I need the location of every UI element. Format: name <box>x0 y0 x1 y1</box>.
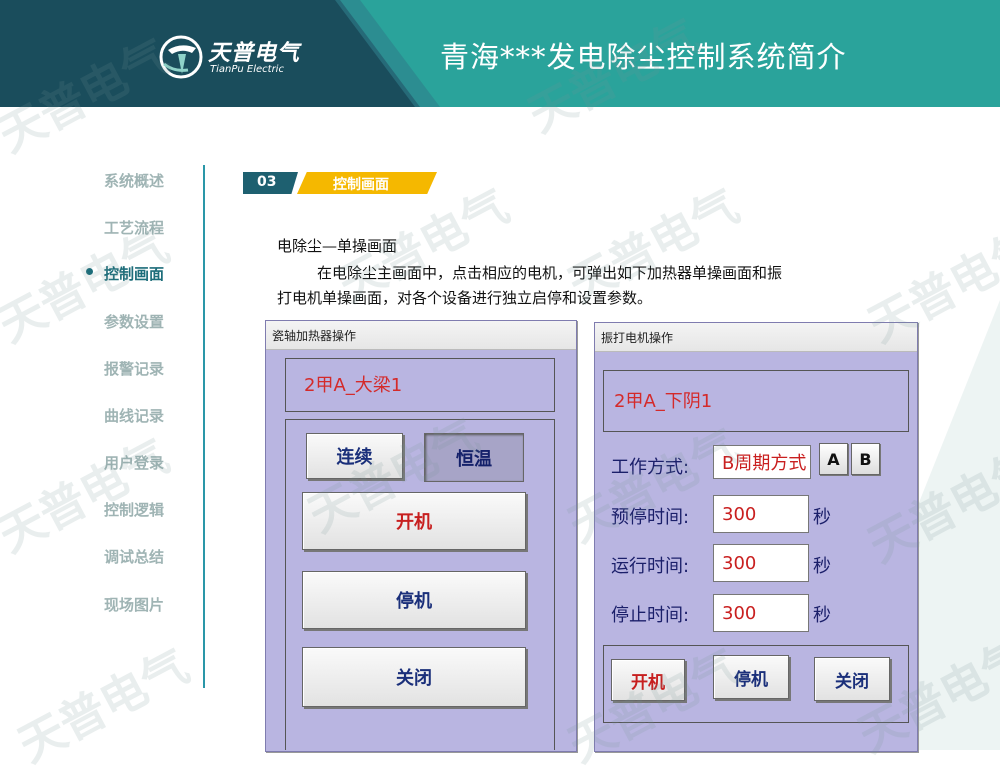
run-time-unit: 秒 <box>813 556 831 577</box>
device-name: 2甲A_下阴1 <box>614 391 713 412</box>
sidebar-item-process[interactable]: 工艺流程 <box>104 217 164 238</box>
watermark: 天普电气 <box>9 638 198 773</box>
pre-stop-time-label: 预停时间: <box>611 507 690 528</box>
stop-time-unit: 秒 <box>813 605 831 626</box>
stop-time-input[interactable]: 300 <box>713 594 809 632</box>
rapper-close-button[interactable]: 关闭 <box>814 657 890 701</box>
heater-close-button[interactable]: 关闭 <box>302 647 526 707</box>
work-mode-field[interactable]: B周期方式 <box>713 445 811 479</box>
window-title: 振打电机操作 <box>601 331 674 345</box>
content-description-line-2: 打电机单操画面，对各个设备进行独立启停和设置参数。 <box>277 289 653 307</box>
section-number: 03 <box>257 174 277 190</box>
active-indicator-dot <box>86 268 93 275</box>
tianpu-logo-icon <box>159 35 203 79</box>
sidebar-item-photos[interactable]: 现场图片 <box>104 594 164 615</box>
sidebar-item-overview[interactable]: 系统概述 <box>104 170 164 191</box>
sidebar-item-parameters[interactable]: 参数设置 <box>104 311 164 332</box>
window-title: 瓷轴加热器操作 <box>272 329 357 343</box>
logo-brand-text: 天普电气 <box>208 41 301 66</box>
heater-start-button[interactable]: 开机 <box>302 492 526 550</box>
page-title: 青海***发电除尘控制系统简介 <box>440 40 847 74</box>
mode-b-button[interactable]: B <box>851 443 880 475</box>
company-logo: 天普电气 TianPu Electric <box>158 34 328 80</box>
rapper-stop-button[interactable]: 停机 <box>713 655 789 699</box>
run-time-label: 运行时间: <box>611 556 690 577</box>
sidebar-nav: 系统概述 工艺流程 控制画面 参数设置 报警记录 曲线记录 用户登录 控制逻辑 … <box>80 160 200 630</box>
device-name-panel: 2甲A_下阴1 <box>603 370 909 432</box>
work-mode-label: 工作方式: <box>611 457 690 478</box>
pre-stop-time-input[interactable]: 300 <box>713 495 809 533</box>
window-titlebar: 振打电机操作 <box>595 323 917 352</box>
heater-stop-button[interactable]: 停机 <box>302 571 526 629</box>
pre-stop-unit: 秒 <box>813 507 831 528</box>
stop-time-label: 停止时间: <box>611 605 690 626</box>
continuous-mode-button[interactable]: 连续 <box>306 433 403 479</box>
sidebar-item-login[interactable]: 用户登录 <box>104 452 164 473</box>
content-subheading: 电除尘—单操画面 <box>277 237 398 255</box>
constant-temp-mode-button[interactable]: 恒温 <box>424 433 524 482</box>
logo-sub-text: TianPu Electric <box>210 64 284 75</box>
rapper-start-button[interactable]: 开机 <box>611 659 685 701</box>
device-name: 2甲A_大梁1 <box>304 375 403 396</box>
section-label: 控制画面 <box>333 177 389 193</box>
section-number-tag: 03 <box>243 172 298 194</box>
device-name-panel: 2甲A_大梁1 <box>285 358 555 412</box>
heater-operation-window: 瓷轴加热器操作 2甲A_大梁1 连续 恒温 开机 停机 关闭 <box>265 320 577 752</box>
content-description-line-1: 在电除尘主画面中，点击相应的电机，可弹出如下加热器单操画面和振 <box>317 264 783 282</box>
sidebar-item-curves[interactable]: 曲线记录 <box>104 405 164 426</box>
sidebar-item-alarms[interactable]: 报警记录 <box>104 358 164 379</box>
sidebar-item-logic[interactable]: 控制逻辑 <box>104 499 164 520</box>
run-time-input[interactable]: 300 <box>713 544 809 582</box>
sidebar-divider <box>203 165 205 688</box>
section-label-tag: 控制画面 <box>297 172 437 194</box>
window-titlebar: 瓷轴加热器操作 <box>266 321 576 350</box>
rapper-motor-window: 振打电机操作 2甲A_下阴1 工作方式: B周期方式 A B 预停时间: 300… <box>594 322 918 752</box>
mode-a-button[interactable]: A <box>819 443 848 475</box>
sidebar-item-summary[interactable]: 调试总结 <box>104 546 164 567</box>
sidebar-item-control-screen[interactable]: 控制画面 <box>104 263 164 284</box>
